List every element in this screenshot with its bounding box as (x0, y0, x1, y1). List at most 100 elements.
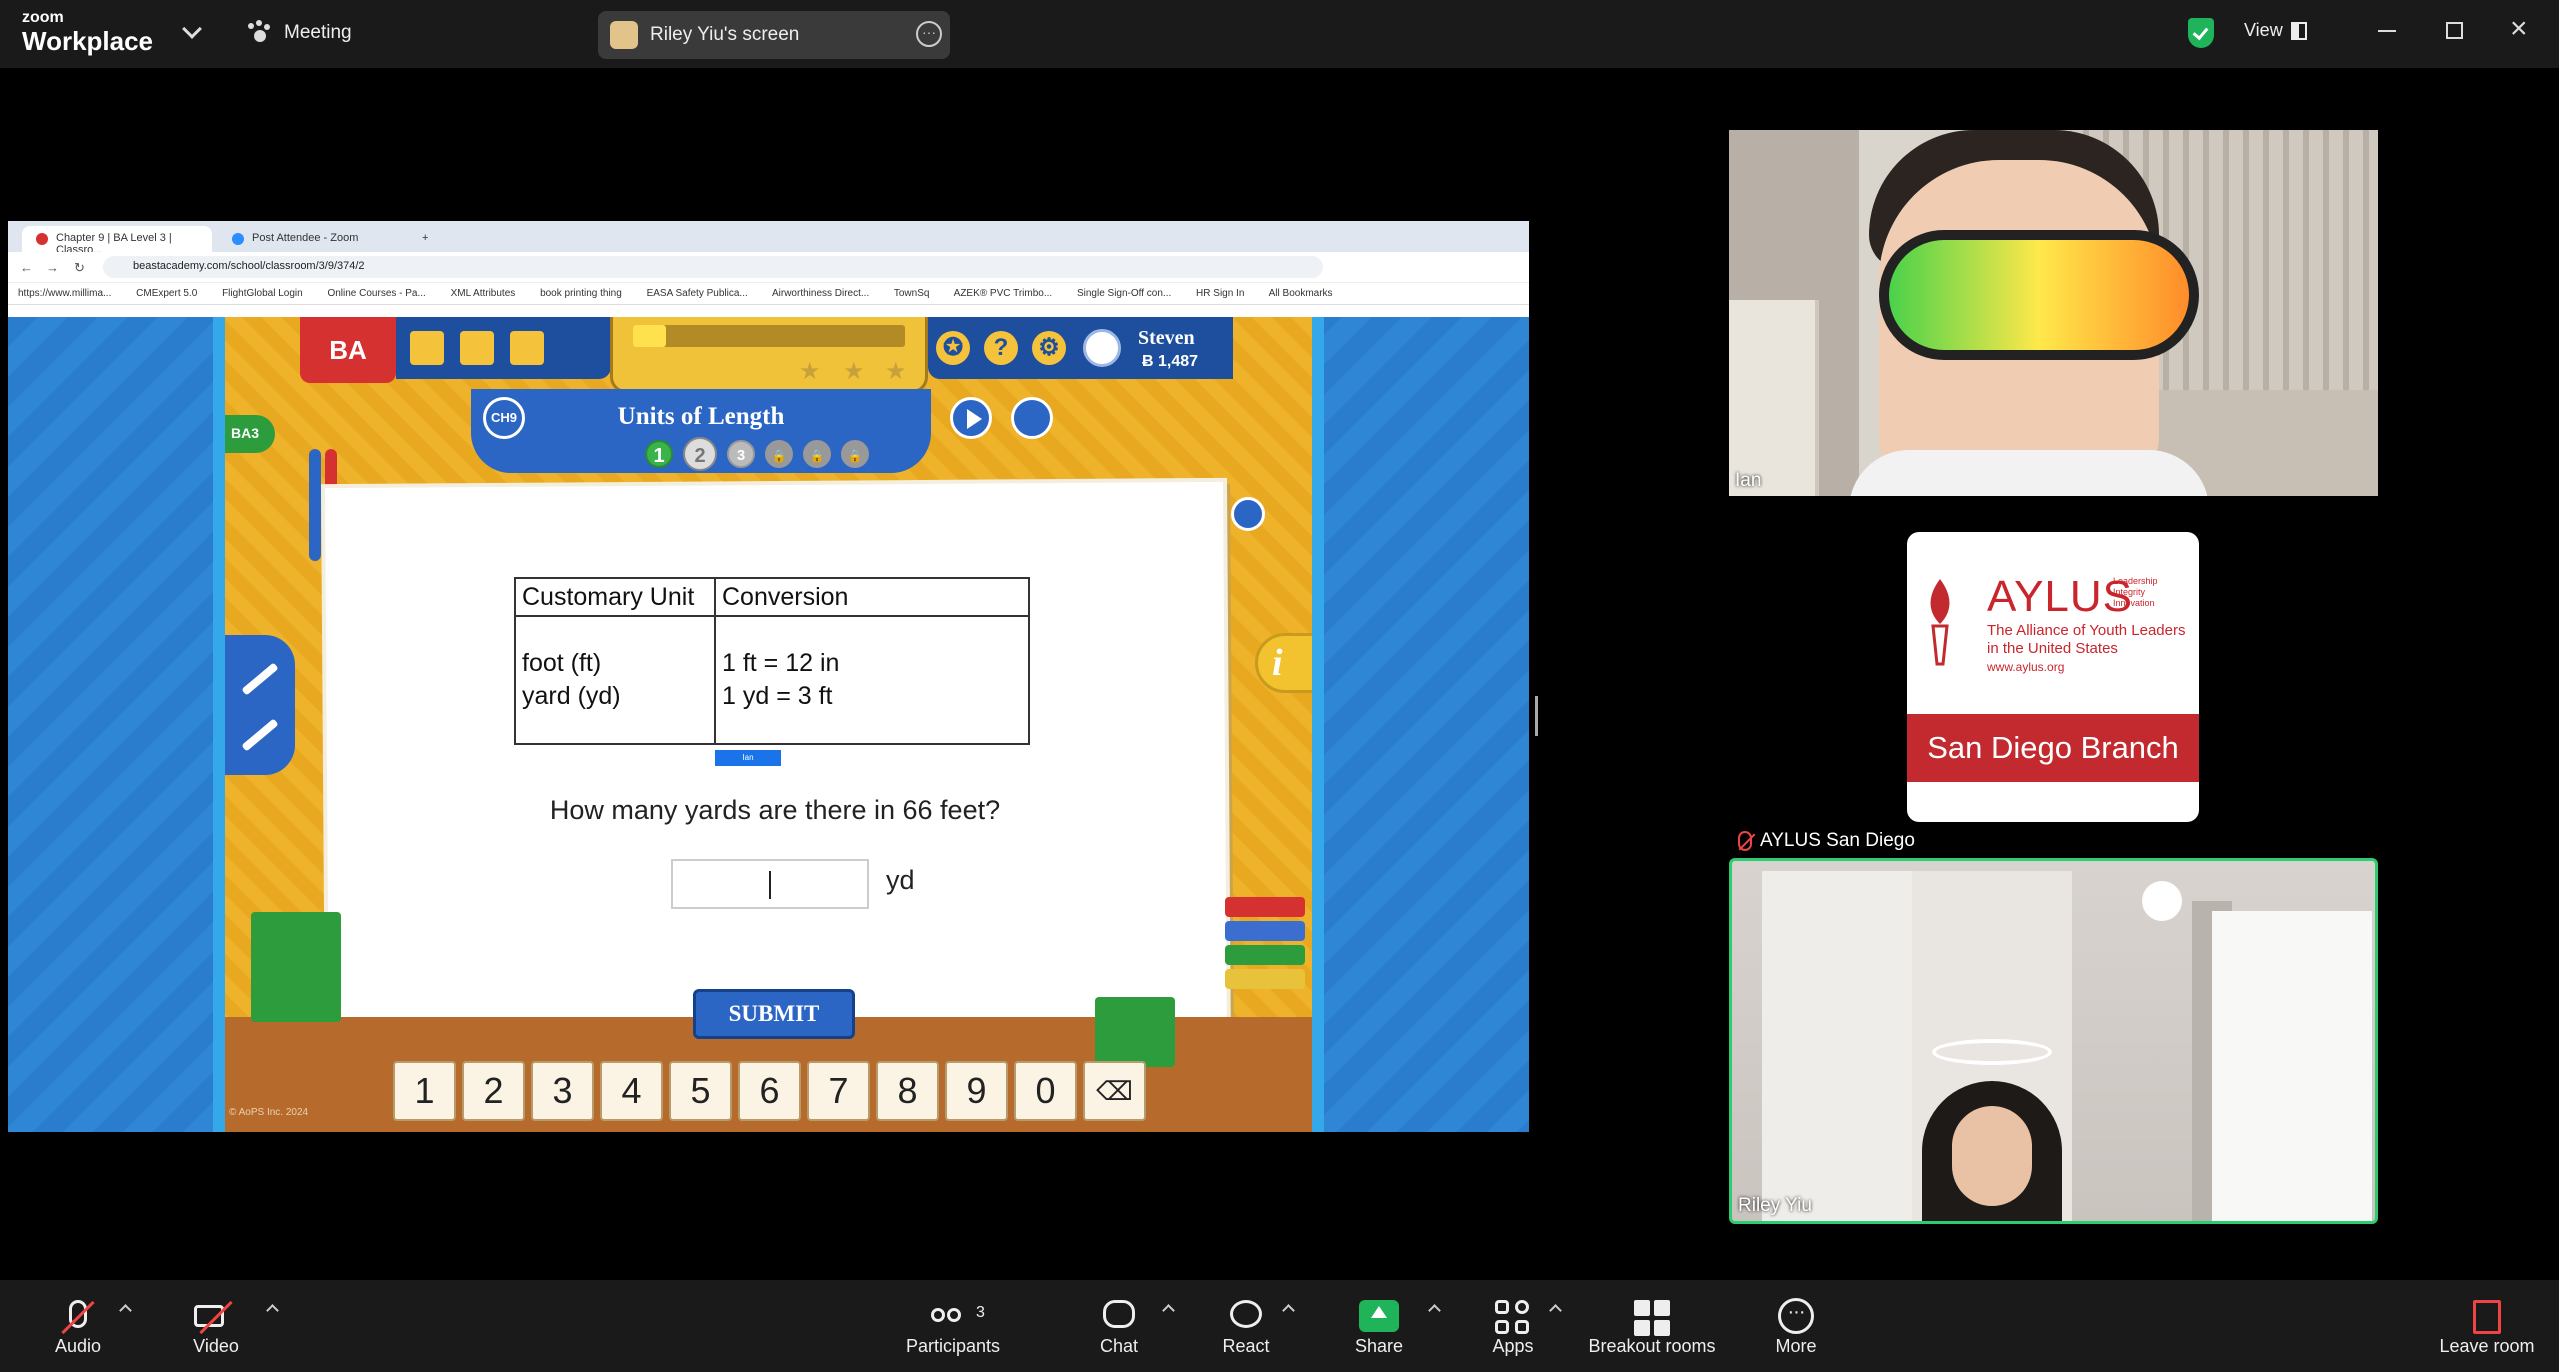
step-3[interactable]: 3 (727, 440, 755, 468)
zoom-workplace-logo[interactable]: zoom Workplace (22, 9, 153, 55)
key-6[interactable]: 6 (738, 1061, 801, 1121)
more-options-icon[interactable]: ··· (916, 21, 942, 47)
encryption-shield-icon[interactable] (2188, 18, 2214, 48)
text-caret (769, 871, 771, 899)
apps-options-chevron-icon[interactable] (1549, 1304, 1562, 1317)
bookmark-item[interactable]: CMExpert 5.0 (136, 288, 197, 299)
book-icon[interactable] (460, 331, 494, 365)
apps-button[interactable]: Apps (1483, 1296, 1543, 1357)
key-9[interactable]: 9 (945, 1061, 1008, 1121)
video-options-chevron-icon[interactable] (266, 1304, 279, 1317)
settings-gear-icon[interactable]: ⚙ (1032, 331, 1066, 365)
key-2[interactable]: 2 (462, 1061, 525, 1121)
audio-button[interactable]: Audio (48, 1296, 108, 1357)
split-handle[interactable] (1535, 696, 1538, 736)
lock-icon: 🔒 (841, 440, 869, 468)
bookmark-item[interactable]: AZEK® PVC Trimbo... (954, 288, 1053, 299)
bookmark-item[interactable]: Online Courses - Pa... (327, 288, 425, 299)
step-2[interactable]: 2 (683, 437, 717, 471)
bookmark-item[interactable]: Single Sign-Off con... (1077, 288, 1171, 299)
torch-logo-icon (1930, 579, 1950, 666)
react-icon (1216, 1296, 1276, 1336)
video-tile-aylus[interactable]: AYLUS Leadership Integrity Innovation Th… (1907, 532, 2199, 822)
back-icon[interactable]: ← (20, 260, 33, 275)
submit-button[interactable]: SUBMIT (693, 989, 855, 1039)
participant-name: AYLUS San Diego (1760, 830, 1915, 851)
backspace-icon[interactable]: ⌫ (1083, 1061, 1146, 1121)
chevron-down-icon[interactable] (182, 19, 202, 39)
header-customary-unit: Customary Unit (516, 579, 716, 615)
share-label: Share (1354, 1336, 1404, 1356)
guide-book-icon[interactable] (1011, 397, 1053, 439)
participants-button[interactable]: 3 Participants (898, 1296, 1008, 1357)
forward-icon[interactable]: → (46, 260, 59, 275)
bookmark-item[interactable]: HR Sign In (1196, 288, 1244, 299)
key-8[interactable]: 8 (876, 1061, 939, 1121)
step-1[interactable]: 1 (645, 440, 673, 468)
pencil-icon[interactable] (241, 662, 279, 696)
key-1[interactable]: 1 (393, 1061, 456, 1121)
view-button[interactable]: View (2244, 20, 2307, 41)
leave-room-button[interactable]: Leave room (2432, 1296, 2542, 1357)
key-0[interactable]: 0 (1014, 1061, 1077, 1121)
close-icon[interactable]: × (2510, 14, 2528, 44)
trophy-icon[interactable]: ✪ (936, 331, 970, 365)
restore-icon[interactable] (2446, 22, 2463, 39)
shared-screen[interactable]: Chapter 9 | BA Level 3 | Classro... Post… (8, 221, 1529, 1132)
url-field[interactable]: beastacademy.com/school/classroom/3/9/37… (103, 256, 1323, 278)
video-button[interactable]: Video (186, 1296, 246, 1357)
key-5[interactable]: 5 (669, 1061, 732, 1121)
chat-button[interactable]: Chat (1089, 1296, 1149, 1357)
react-options-chevron-icon[interactable] (1282, 1304, 1295, 1317)
number-keypad: 1 2 3 4 5 6 7 8 9 0 ⌫ (393, 1061, 1146, 1121)
bookmark-item[interactable]: TownSq (894, 288, 930, 299)
layout-icon (2290, 21, 2307, 40)
all-bookmarks[interactable]: All Bookmarks (1269, 288, 1333, 299)
share-button[interactable]: Share (1349, 1296, 1409, 1357)
screen-share-pill[interactable]: Riley Yiu's screen ··· (598, 11, 950, 59)
minimize-icon[interactable] (2378, 30, 2396, 32)
leave-room-icon (2432, 1296, 2542, 1336)
eraser-icon[interactable] (241, 718, 279, 752)
breakout-label: Breakout rooms (1588, 1336, 1716, 1356)
more-button[interactable]: ··· More (1766, 1296, 1826, 1357)
react-label: React (1222, 1336, 1270, 1356)
bookmark-item[interactable]: FlightGlobal Login (222, 288, 303, 299)
react-button[interactable]: React (1216, 1296, 1276, 1357)
conversions-column[interactable]: 1 ft = 12 in 1 yd = 3 ft (716, 617, 1028, 743)
audio-options-chevron-icon[interactable] (119, 1304, 132, 1317)
browser-tab-zoom[interactable]: Post Attendee - Zoom (218, 226, 408, 252)
home-icon[interactable] (410, 331, 444, 365)
video-tile-ian[interactable]: Ian (1729, 130, 2378, 496)
browser-tab-active[interactable]: Chapter 9 | BA Level 3 | Classro... (22, 226, 212, 256)
new-tab-button[interactable]: + (412, 226, 442, 252)
key-4[interactable]: 4 (600, 1061, 663, 1121)
bookmark-item[interactable]: EASA Safety Publica... (647, 288, 748, 299)
speaker-icon[interactable] (1231, 497, 1265, 531)
apps-label: Apps (1492, 1336, 1534, 1356)
reload-icon[interactable]: ↻ (74, 260, 85, 276)
chapter-badge[interactable]: BA3 (225, 415, 275, 453)
units-column[interactable]: foot (ft) yard (yd) (516, 617, 716, 743)
bookmark-item[interactable]: XML Attributes (451, 288, 516, 299)
chat-options-chevron-icon[interactable] (1162, 1304, 1175, 1317)
play-video-icon[interactable] (950, 397, 992, 439)
video-tile-riley[interactable]: Riley Yiu (1729, 858, 2378, 1224)
bookmarks-bar: https://www.millima... CMExpert 5.0 Flig… (8, 283, 1529, 305)
user-name[interactable]: Steven (1138, 327, 1195, 350)
share-options-chevron-icon[interactable] (1428, 1304, 1441, 1317)
answer-input[interactable] (671, 859, 869, 909)
bookmark-item[interactable]: Airworthiness Direct... (772, 288, 869, 299)
bookmark-item[interactable]: https://www.millima... (18, 288, 111, 299)
logo-small-text: zoom (22, 9, 64, 26)
user-avatar[interactable] (1083, 329, 1121, 367)
ba-logo[interactable]: BA (300, 317, 396, 383)
key-7[interactable]: 7 (807, 1061, 870, 1121)
breakout-rooms-button[interactable]: Breakout rooms (1580, 1296, 1724, 1357)
info-icon[interactable]: i (1255, 633, 1312, 693)
video-icon[interactable] (510, 331, 544, 365)
bookmark-item[interactable]: book printing thing (540, 288, 622, 299)
key-3[interactable]: 3 (531, 1061, 594, 1121)
help-icon[interactable]: ? (984, 331, 1018, 365)
meeting-info-button[interactable]: Meeting (246, 20, 352, 46)
